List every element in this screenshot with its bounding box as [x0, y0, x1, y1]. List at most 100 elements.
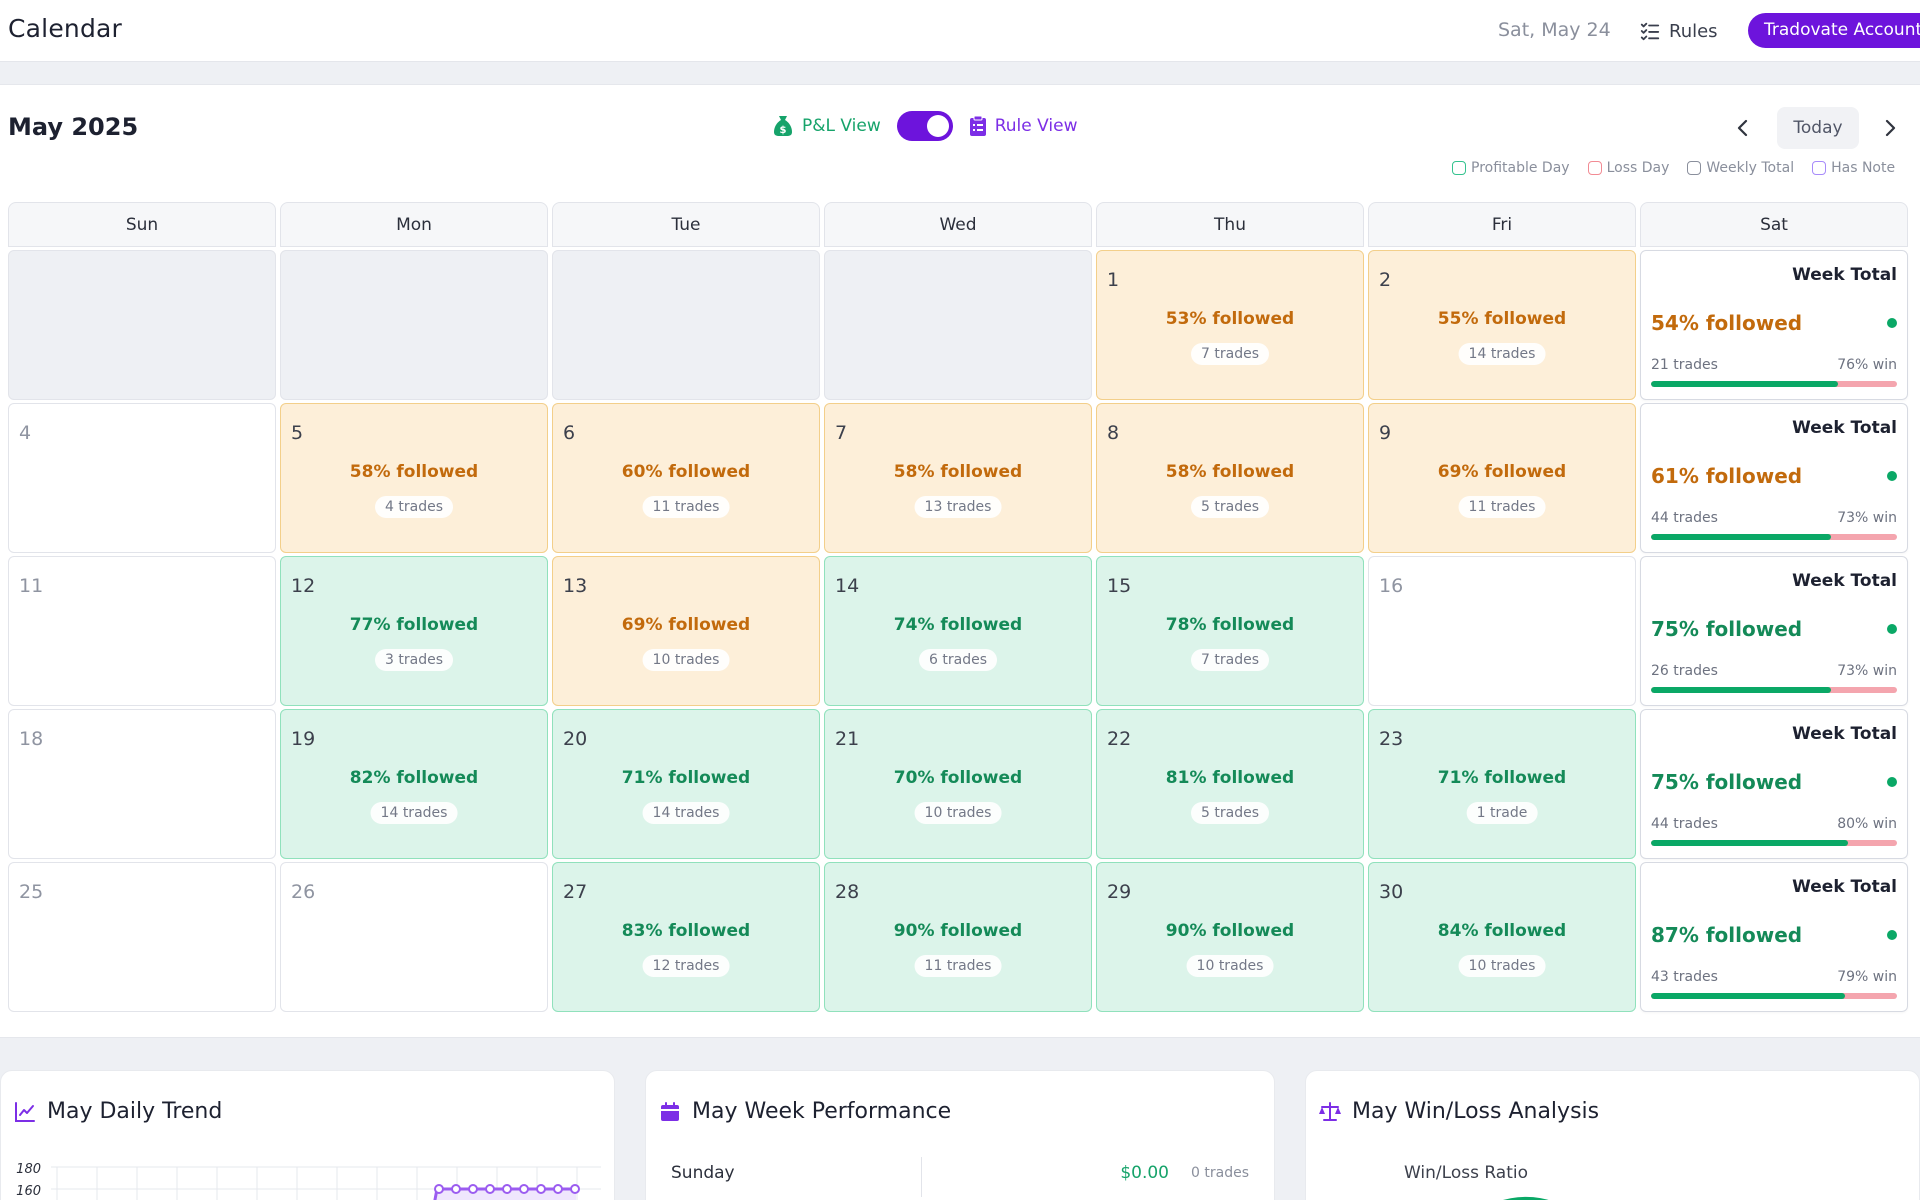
rule-followed-percent: 71% followed	[621, 768, 751, 788]
list-checks-icon	[1640, 22, 1660, 41]
weekday-header-fri: Fri	[1368, 202, 1636, 247]
daily-trend-chart: 180 160	[16, 1162, 601, 1200]
today-button[interactable]: Today	[1777, 107, 1859, 149]
day-number: 16	[1379, 575, 1404, 597]
calendar-day-cell[interactable]: 19 82% followed 14 trades	[280, 709, 548, 859]
rule-followed-percent: 58% followed	[893, 462, 1023, 482]
calendar-day-empty	[552, 250, 820, 400]
week-total-title: Week Total	[1792, 571, 1897, 591]
trend-point	[519, 1184, 529, 1194]
next-month-button[interactable]	[1872, 107, 1908, 149]
calendar-week-row: 1 53% followed 7 trades 2 55% followed 14 tra…	[8, 250, 1912, 400]
calendar-day-empty	[824, 250, 1092, 400]
legend-label: Has Note	[1831, 160, 1896, 176]
money-bag-icon: $	[774, 116, 792, 136]
top-bar: Calendar Sat, May 24 Rules Tradovate Acc…	[0, 0, 1920, 62]
legend-label: Loss Day	[1606, 160, 1670, 176]
calendar-day-cell[interactable]: 23 71% followed 1 trade	[1368, 709, 1636, 859]
weekday-header-tue: Tue	[552, 202, 820, 247]
rule-view-label: Rule View	[994, 116, 1078, 136]
legend-swatch	[1452, 161, 1466, 175]
calendar-day-cell[interactable]: 22 81% followed 5 trades	[1096, 709, 1364, 859]
week-total-card[interactable]: Week Total 75% followed 44 trades 80% win	[1640, 709, 1908, 859]
account-selector-button[interactable]: Tradovate Account	[1748, 13, 1920, 48]
week-total-card[interactable]: Week Total 87% followed 43 trades 79% win	[1640, 862, 1908, 1012]
legend-swatch	[1587, 161, 1602, 175]
calendar-icon	[661, 1101, 679, 1121]
trade-count-badge: 6 trades	[919, 649, 997, 671]
calendar-day-cell[interactable]: 2 55% followed 14 trades	[1368, 250, 1636, 400]
calendar-day-cell[interactable]: 1 53% followed 7 trades	[1096, 250, 1364, 400]
win-rate-bar-fill	[1651, 840, 1848, 846]
trade-count-badge: 1 trade	[1466, 802, 1538, 824]
calendar-day-empty	[280, 250, 548, 400]
calendar-day-cell[interactable]: 13 69% followed 10 trades	[552, 556, 820, 706]
calendar-day-cell[interactable]: 20 71% followed 14 trades	[552, 709, 820, 859]
trade-count-badge: 10 trades	[1186, 955, 1274, 977]
calendar-day-cell[interactable]: 7 58% followed 13 trades	[824, 403, 1092, 553]
win-rate-bar-fill	[1651, 993, 1846, 999]
week-win-rate: 76% win	[1837, 357, 1897, 373]
week-trade-count: 44 trades	[1651, 510, 1718, 526]
calendar-day-cell[interactable]: 6 60% followed 11 trades	[552, 403, 820, 553]
trade-count-badge: 14 trades	[642, 802, 730, 824]
calendar-day-cell[interactable]: 14 74% followed 6 trades	[824, 556, 1092, 706]
chevron-left-icon	[1737, 119, 1748, 137]
calendar-day-cell[interactable]: 15 78% followed 7 trades	[1096, 556, 1364, 706]
trade-count-badge: 11 trades	[1458, 496, 1546, 518]
week-total-card[interactable]: Week Total 54% followed 21 trades 76% win	[1640, 250, 1908, 400]
calendar-day-cell[interactable]: 28 90% followed 11 trades	[824, 862, 1092, 1012]
legend-item: Loss Day	[1587, 160, 1670, 176]
calendar-day-cell[interactable]: 5 58% followed 4 trades	[280, 403, 548, 553]
trade-count-badge: 7 trades	[1191, 649, 1269, 671]
win-rate-bar	[1651, 381, 1897, 387]
calendar-day-cell[interactable]: 29 90% followed 10 trades	[1096, 862, 1364, 1012]
rule-view-option[interactable]: Rule View	[969, 115, 1078, 137]
status-dot	[1887, 777, 1897, 787]
pnl-value: $0.00	[1120, 1163, 1169, 1183]
trade-count: 0 trades	[1191, 1165, 1249, 1181]
status-dot	[1887, 930, 1897, 940]
rules-button[interactable]: Rules	[1639, 17, 1718, 45]
weekday-header-thu: Thu	[1096, 202, 1364, 247]
weekday-header-wed: Wed	[824, 202, 1092, 247]
calendar-day-cell[interactable]: 21 70% followed 10 trades	[824, 709, 1092, 859]
daily-trend-title-text: May Daily Trend	[47, 1099, 223, 1124]
status-dot	[1887, 318, 1897, 328]
switch-knob	[926, 115, 949, 137]
weekday-name: Sunday	[671, 1163, 735, 1183]
day-number: 27	[563, 881, 588, 903]
day-number: 7	[835, 422, 848, 444]
trend-point	[502, 1184, 512, 1194]
legend-swatch	[1687, 161, 1702, 175]
calendar-panel: May 2025 $ P&L View Rule View Today Prof…	[0, 84, 1920, 1038]
win-loss-ratio-label: Win/Loss Ratio	[1404, 1163, 1528, 1183]
calendar-day-cell[interactable]: 27 83% followed 12 trades	[552, 862, 820, 1012]
day-number: 8	[1107, 422, 1120, 444]
pl-view-label: P&L View	[802, 116, 881, 136]
calendar-day-cell[interactable]: 8 58% followed 5 trades	[1096, 403, 1364, 553]
week-win-rate: 73% win	[1837, 663, 1897, 679]
calendar-day-cell[interactable]: 30 84% followed 10 trades	[1368, 862, 1636, 1012]
calendar-day-cell[interactable]: 9 69% followed 11 trades	[1368, 403, 1636, 553]
rule-followed-percent: 69% followed	[621, 615, 751, 635]
rule-followed-percent: 55% followed	[1437, 309, 1567, 329]
view-switch[interactable]	[896, 111, 953, 141]
daily-trend-card: May Daily Trend 180 160	[0, 1070, 615, 1200]
week-followed-percent: 54% followed	[1651, 311, 1803, 335]
day-number: 4	[19, 422, 32, 444]
week-followed-percent: 87% followed	[1651, 923, 1803, 947]
trend-point	[570, 1184, 580, 1194]
trade-count-badge: 10 trades	[642, 649, 730, 671]
day-number: 15	[1107, 575, 1132, 597]
weekday-header-row: Sun Mon Tue Wed Thu Fri Sat	[8, 202, 1912, 247]
calendar-day-cell[interactable]: 12 77% followed 3 trades	[280, 556, 548, 706]
pl-view-option[interactable]: $ P&L View	[772, 114, 881, 138]
day-number: 21	[835, 728, 860, 750]
win-rate-bar-fill	[1651, 381, 1838, 387]
week-total-card[interactable]: Week Total 75% followed 26 trades 73% win	[1640, 556, 1908, 706]
week-total-card[interactable]: Week Total 61% followed 44 trades 73% win	[1640, 403, 1908, 553]
rule-followed-percent: 69% followed	[1437, 462, 1567, 482]
previous-month-button[interactable]	[1725, 107, 1761, 149]
calendar-day-cell: 16	[1368, 556, 1636, 706]
